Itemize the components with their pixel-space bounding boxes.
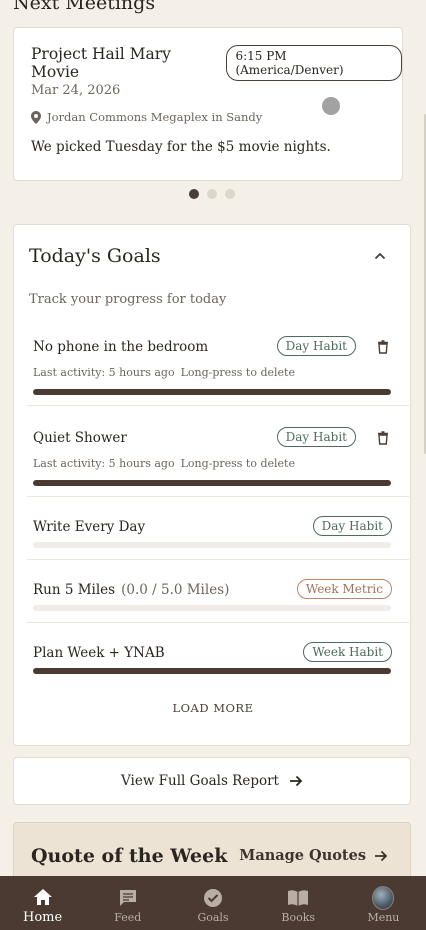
- manage-quotes-label: Manage Quotes: [239, 847, 366, 864]
- goal-type-badge: Day Habit: [276, 427, 356, 447]
- touch-indicator: [322, 97, 340, 115]
- nav-home[interactable]: Home: [0, 876, 85, 930]
- trash-icon[interactable]: [376, 340, 390, 354]
- goal-progress-bar: [33, 605, 391, 611]
- arrow-right-icon: [289, 775, 303, 787]
- divider: [27, 559, 409, 560]
- nav-feed[interactable]: Feed: [85, 876, 170, 930]
- divider: [27, 622, 409, 623]
- goal-meta: Last activity: 5 hours ago Long-press to …: [33, 457, 295, 470]
- meeting-time-chip: 6:15 PM (America/Denver): [226, 45, 402, 81]
- goal-item[interactable]: No phone in the bedroom Day Habit Last a…: [33, 336, 392, 399]
- goal-type-badge: Week Habit: [303, 642, 392, 662]
- nav-books[interactable]: Books: [256, 876, 341, 930]
- carousel-dots: [189, 189, 235, 199]
- goal-progress-bar: [33, 480, 391, 486]
- meeting-date: Mar 24, 2026: [31, 83, 121, 98]
- goal-progress-bar: [33, 668, 391, 674]
- manage-quotes-link[interactable]: Manage Quotes: [239, 847, 388, 864]
- nav-label: Home: [23, 909, 63, 925]
- meeting-title-row: Project Hail Mary Movie 6:15 PM (America…: [31, 45, 402, 81]
- meeting-location-text: Jordan Commons Megaplex in Sandy: [47, 110, 263, 124]
- meeting-note: We picked Tuesday for the $5 movie night…: [31, 139, 331, 155]
- goal-name: Run 5 Miles (0.0 / 5.0 Miles): [33, 582, 230, 598]
- nav-menu[interactable]: Menu: [341, 876, 426, 930]
- goal-progress-bar: [33, 389, 391, 395]
- meeting-title: Project Hail Mary Movie: [31, 45, 171, 81]
- goals-subtitle: Track your progress for today: [29, 292, 227, 307]
- chat-icon: [117, 887, 139, 909]
- carousel-dot[interactable]: [225, 189, 235, 199]
- goal-item[interactable]: Quiet Shower Day Habit Last activity: 5 …: [33, 427, 392, 490]
- nav-label: Feed: [114, 910, 142, 924]
- bottom-nav: Home Feed Goals Books Menu: [0, 876, 426, 930]
- goal-name: Plan Week + YNAB: [33, 645, 165, 661]
- book-icon: [287, 887, 309, 909]
- nav-goals[interactable]: Goals: [170, 876, 255, 930]
- goals-title: Today's Goals: [29, 245, 161, 267]
- quote-title: Quote of the Week: [31, 845, 228, 867]
- goal-item[interactable]: Plan Week + YNAB Week Habit: [33, 642, 392, 675]
- load-more-button[interactable]: LOAD MORE: [14, 701, 412, 715]
- goal-progress-bar: [33, 542, 391, 548]
- goal-type-badge: Day Habit: [276, 336, 356, 356]
- nav-label: Goals: [197, 910, 229, 924]
- goal-type-badge: Week Metric: [296, 579, 392, 599]
- nav-label: Books: [281, 910, 316, 924]
- home-icon: [32, 886, 54, 908]
- carousel-dot[interactable]: [207, 189, 217, 199]
- arrow-right-icon: [375, 850, 388, 861]
- report-button-label: View Full Goals Report: [121, 773, 279, 789]
- divider: [27, 405, 409, 406]
- goal-name: Quiet Shower: [33, 430, 127, 446]
- goal-name: Write Every Day: [33, 519, 146, 535]
- view-goals-report-button[interactable]: View Full Goals Report: [13, 757, 411, 805]
- goal-name: No phone in the bedroom: [33, 339, 209, 355]
- goal-type-badge: Day Habit: [312, 516, 392, 536]
- carousel-dot[interactable]: [189, 189, 199, 199]
- meeting-location: Jordan Commons Megaplex in Sandy: [31, 110, 262, 124]
- location-pin-icon: [31, 110, 41, 124]
- todays-goals-card: Today's Goals Track your progress for to…: [13, 224, 411, 746]
- goal-item[interactable]: Run 5 Miles (0.0 / 5.0 Miles) Week Metric: [33, 579, 392, 612]
- nav-label: Menu: [367, 910, 400, 924]
- trash-icon[interactable]: [376, 431, 390, 445]
- avatar: [372, 885, 395, 910]
- meeting-card[interactable]: Project Hail Mary Movie 6:15 PM (America…: [13, 27, 403, 181]
- goal-item[interactable]: Write Every Day Day Habit: [33, 516, 392, 549]
- check-circle-icon: [202, 887, 224, 909]
- divider: [27, 496, 409, 497]
- chevron-up-icon[interactable]: [374, 250, 386, 262]
- goal-meta: Last activity: 5 hours ago Long-press to …: [33, 366, 295, 379]
- section-heading-next-meetings: Next Meetings: [13, 0, 156, 14]
